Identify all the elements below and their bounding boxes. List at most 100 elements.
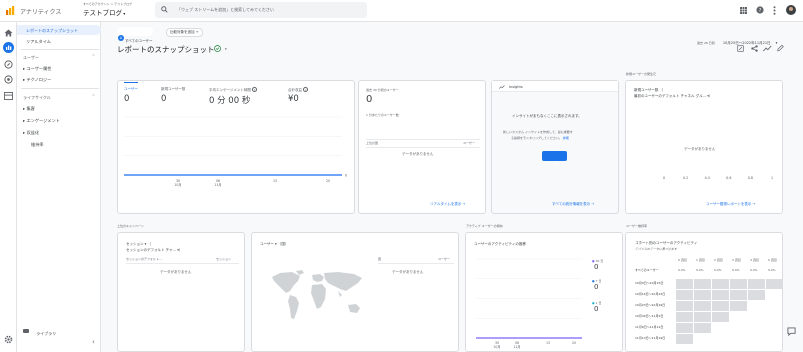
metric-value: ¥0	[288, 94, 299, 104]
chevron-up-icon[interactable]: ^	[92, 94, 95, 98]
folder-icon	[23, 328, 29, 333]
divider	[366, 147, 480, 148]
menu-icon[interactable]	[0, 2, 4, 20]
nav-collapse-button[interactable]: ‹	[92, 338, 95, 346]
check-circle-icon[interactable]	[214, 45, 221, 52]
metric-tab-engagement-time[interactable]: 平均エンゲージメント時間 ? 0 分 00 秒	[209, 87, 258, 106]
realtime-title: 過去 30 分間のユーザー	[366, 88, 399, 92]
week-header: 2 週目	[714, 258, 723, 262]
active-legend-1d: ● 1 日 0	[592, 301, 601, 313]
product-name[interactable]: アナリティクス	[20, 7, 61, 16]
metric-tab-revenue[interactable]: 合計収益 ? ¥0	[288, 87, 309, 104]
active-legend-7d: ● 7 日 0	[592, 279, 601, 291]
view-acquisition-link[interactable]: ユーザー獲得レポートを表示 →	[706, 202, 755, 207]
geo-col-right: ユーザー	[438, 257, 450, 261]
metric-label-row: 合計収益 ?	[288, 87, 309, 93]
x-tick-label: 0.2	[683, 176, 688, 180]
metric-value: 0	[124, 94, 130, 104]
metric-label: 平均エンゲージメント時間	[209, 88, 251, 92]
feedback-icon[interactable]	[787, 327, 796, 336]
cohort-cell	[712, 301, 729, 311]
nav-item-monetization[interactable]: ▸ 収益化	[23, 130, 39, 136]
search-bar[interactable]: 「ウェブ ストリームを追加」と検索してみてください	[155, 2, 367, 18]
insights-line2b-row: る指標をモニタリングしてください。 詳細	[511, 136, 569, 140]
analytics-logo-icon	[5, 6, 15, 16]
nav-item-acquisition[interactable]: ▸ 集客	[23, 106, 35, 112]
advertising-icon[interactable]	[4, 75, 13, 84]
nav-item-engagement[interactable]: ▸ エンゲージメント	[23, 118, 60, 124]
active-legend-30d: ● 30 日 0	[592, 259, 603, 271]
nav-item-technology[interactable]: ▸ テクノロジー	[23, 77, 51, 83]
account-breadcrumb[interactable]: すべてのアカウント > テストブログ	[83, 2, 132, 6]
realtime-per-minute-label: 1 分あたりのユーザー数	[366, 113, 399, 117]
insights-line2b: る指標をモニタリングしてください。	[511, 136, 562, 140]
nav-divider	[21, 88, 99, 89]
cohort-cell	[694, 279, 711, 289]
property-name: テストブログ	[83, 9, 122, 17]
cohort-cell	[694, 323, 711, 333]
edit-pencil-icon[interactable]	[777, 44, 784, 52]
nav-item-realtime[interactable]: リアルタイム	[26, 39, 51, 45]
more-vert-icon[interactable]	[773, 6, 776, 15]
geo-title[interactable]: ユーザー ▾ （国）	[260, 242, 288, 247]
all-users-value: 0.0%	[750, 268, 758, 272]
realtime-value: 0	[366, 94, 373, 105]
new-users-title-line2[interactable]: 最初のユーザーのデフォルト チャネル グル… ▾）	[634, 94, 713, 99]
chevron-up-icon[interactable]: ^	[92, 54, 95, 58]
home-icon[interactable]	[4, 29, 13, 37]
week-header: 3 週目	[732, 258, 741, 262]
cohort-row-label: 11月13日～11月19日	[635, 336, 666, 340]
nav-item-snapshot[interactable]: レポートのスナップショット	[17, 25, 101, 35]
week-header: 4 週目	[750, 258, 759, 262]
nav-item-label: 集客	[26, 106, 35, 111]
cohort-cell	[748, 290, 765, 300]
share-icon[interactable]	[751, 45, 758, 52]
help-circle-icon[interactable]: ?	[303, 87, 309, 92]
nav-item-retention[interactable]: 維持率	[31, 142, 44, 148]
users-line-chart: 03010月0611月13 20	[124, 116, 347, 187]
campaigns-title-line2[interactable]: セッションのデフォルト チャ… ▾）	[126, 248, 182, 253]
metric-tab-new-users[interactable]: 新規ユーザー数 0	[161, 87, 185, 104]
campaigns-col-left: セッションのデフォルト…	[126, 257, 163, 261]
all-users-value: 0.0%	[696, 268, 704, 272]
report-nav: レポートのスナップショット リアルタイム ユーザー ^ ▸ ユーザー属性 ▸ テ…	[17, 22, 101, 352]
chip-label: すべてのユーザー	[125, 39, 153, 43]
add-comparison-button[interactable]: 比較対象を追加 +	[166, 28, 203, 37]
user-filter-chip[interactable]: Aすべてのユーザー	[117, 27, 153, 43]
avatar[interactable]	[786, 5, 796, 15]
view-all-insights-link[interactable]: すべての統計情報を表示 →	[552, 202, 594, 207]
cohort-row-label: 11月6日～11月12日	[635, 325, 664, 329]
customize-report-icon[interactable]	[737, 45, 744, 52]
help-icon[interactable]: ?	[756, 6, 764, 14]
explore-icon[interactable]	[4, 60, 13, 69]
main-content: Aすべてのユーザー 比較対象を追加 + 過去 28 日間 10月25日～2022…	[101, 22, 803, 352]
nav-library[interactable]: ライブラリ	[23, 320, 56, 339]
reports-icon[interactable]	[3, 42, 14, 53]
configure-icon[interactable]	[4, 92, 13, 100]
property-selector[interactable]: テストブログ ▾	[83, 7, 125, 17]
active-title: ユーザーのアクティビティの推移	[474, 242, 526, 246]
nav-section-users[interactable]: ユーザー	[23, 55, 39, 61]
view-realtime-link[interactable]: リアルタイムを表示 →	[430, 202, 465, 207]
apps-grid-icon[interactable]	[740, 7, 747, 14]
geo-col-left: 国	[378, 257, 382, 261]
x-tick-label: 1	[771, 176, 773, 180]
nav-library-label: ライブラリ	[36, 331, 57, 336]
retention-section-header: ユーザー維持率	[626, 224, 647, 228]
nav-section-lifecycle[interactable]: ライフサイクル	[23, 95, 51, 101]
learn-more-link[interactable]: 詳細	[563, 136, 569, 140]
new-users-card: 新規ユーザー数 （ 最初のユーザーのデフォルト チャネル グル… ▾） データが…	[625, 80, 783, 214]
cohort-cell	[730, 279, 747, 289]
insights-trend-icon[interactable]	[763, 45, 772, 52]
metric-tab-users[interactable]: ユーザー 0	[124, 87, 138, 104]
filter-letter-icon: A	[118, 35, 124, 41]
campaigns-title-line1[interactable]: セッション ▾ （	[126, 242, 151, 247]
create-insight-button[interactable]: 作成	[542, 151, 567, 167]
chevron-down-icon[interactable]: ▾	[225, 47, 227, 51]
nav-item-demographics[interactable]: ▸ ユーザー属性	[23, 66, 51, 72]
retention-table: 0 週目 1 週目 2 週目 3 週目 4 週目 5 週目 すべてのユーザー 0.0% 0.0%…	[626, 233, 783, 351]
cohort-row-label: 10月23日～10月29日	[635, 303, 666, 307]
help-circle-icon[interactable]: ?	[252, 87, 258, 92]
svg-text:?: ?	[759, 8, 762, 14]
settings-gear-icon[interactable]	[4, 335, 13, 344]
